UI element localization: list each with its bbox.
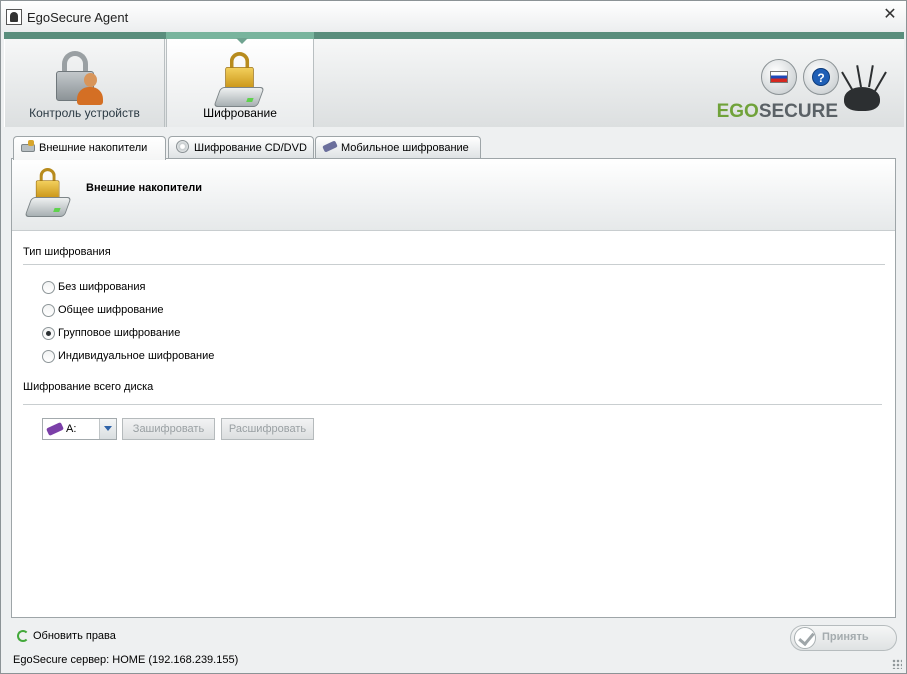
- external-drives-panel: Внешние накопители Тип шифрования Без ши…: [11, 158, 896, 618]
- porcupine-logo-icon: [838, 63, 887, 115]
- radio-label: Без шифрования: [58, 281, 146, 293]
- section-divider: [23, 264, 885, 265]
- encrypt-button[interactable]: Зашифровать: [122, 418, 215, 440]
- refresh-rights-label: Обновить права: [33, 630, 116, 642]
- cd-icon: [175, 140, 191, 153]
- server-status: EgoSecure сервер: HOME (192.168.239.155): [13, 654, 239, 666]
- panel-title: Внешние накопители: [86, 182, 202, 194]
- radio-label: Индивидуальное шифрование: [58, 350, 215, 362]
- close-icon[interactable]: ✕: [882, 6, 898, 24]
- title-bar: EgoSecure Agent ✕: [1, 1, 906, 32]
- tab-external-drives[interactable]: Внешние накопители: [13, 136, 166, 160]
- tab-device-control[interactable]: Контроль устройств: [4, 39, 165, 127]
- radio-label: Групповое шифрование: [58, 327, 181, 339]
- app-window: EgoSecure Agent ✕ Контроль устройств Шиф…: [0, 0, 907, 674]
- help-button[interactable]: ?: [803, 59, 839, 95]
- app-icon: [6, 9, 22, 25]
- window-title: EgoSecure Agent: [27, 10, 129, 25]
- accept-button[interactable]: Принять: [790, 625, 897, 651]
- section-divider: [23, 404, 882, 405]
- full-disk-encryption-label: Шифрование всего диска: [23, 381, 154, 393]
- egosecure-logo: EGOSECURE: [716, 101, 838, 122]
- help-icon: ?: [812, 68, 830, 86]
- language-button[interactable]: [761, 59, 797, 95]
- panel-header: Внешние накопители: [12, 159, 895, 231]
- tab-cd-dvd-encryption[interactable]: Шифрование CD/DVD: [168, 136, 314, 159]
- encryption-type-label: Тип шифрования: [23, 246, 111, 258]
- checkmark-icon: [794, 627, 816, 649]
- lock-user-icon: [53, 51, 103, 109]
- radio-label: Общее шифрование: [58, 304, 164, 316]
- radio-button[interactable]: [42, 304, 55, 317]
- resize-grip-icon[interactable]: [892, 659, 902, 669]
- radio-button-selected[interactable]: [42, 327, 55, 340]
- main-ribbon: Контроль устройств Шифрование ? EGOSECUR…: [4, 32, 904, 127]
- tab-mobile-encryption[interactable]: Мобильное шифрование: [315, 136, 481, 159]
- radio-button[interactable]: [42, 350, 55, 363]
- external-drive-icon: [20, 140, 36, 153]
- decrypt-button[interactable]: Расшифровать: [221, 418, 314, 440]
- refresh-icon: [17, 630, 29, 642]
- tab-device-control-label: Контроль устройств: [29, 106, 140, 120]
- drive-select-value: A:: [66, 423, 77, 435]
- drive-select[interactable]: A:: [42, 418, 117, 440]
- chevron-down-icon[interactable]: [99, 419, 116, 439]
- tab-encryption-label: Шифрование: [203, 106, 277, 120]
- mobile-encryption-icon: [322, 140, 338, 153]
- radio-button[interactable]: [42, 281, 55, 294]
- accept-button-label: Принять: [822, 631, 869, 643]
- usb-drive-icon: [46, 421, 64, 437]
- active-tab-indicator: [236, 38, 248, 44]
- tab-encryption[interactable]: Шифрование: [166, 38, 314, 127]
- russian-flag-icon: [770, 71, 788, 83]
